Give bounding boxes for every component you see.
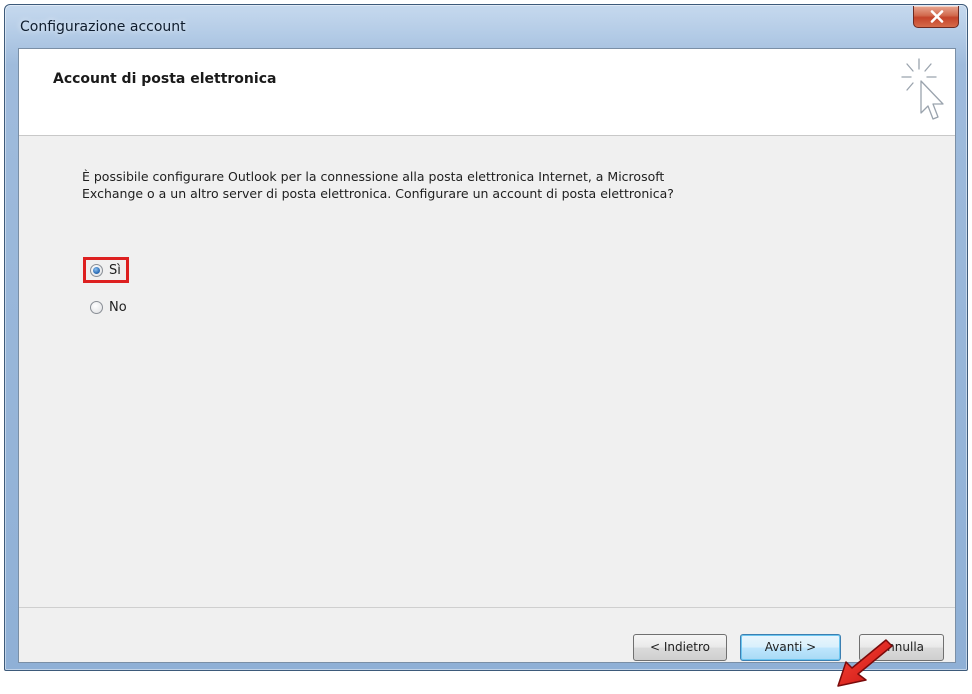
option-no-label[interactable]: No bbox=[109, 300, 127, 315]
dialog-body: Account di posta elettronica È possibile… bbox=[18, 48, 956, 687]
annotation-arrow-icon bbox=[837, 639, 893, 687]
setup-question: È possibile configurare Outlook per la c… bbox=[82, 169, 674, 201]
option-yes-label[interactable]: Sì bbox=[109, 263, 121, 278]
back-button[interactable]: < Indietro bbox=[633, 634, 727, 661]
option-yes[interactable]: Sì bbox=[90, 263, 121, 278]
wizard-header: Account di posta elettronica bbox=[19, 49, 955, 136]
radio-no[interactable] bbox=[90, 301, 103, 314]
window-title: Configurazione account bbox=[20, 19, 186, 35]
page-title: Account di posta elettronica bbox=[53, 71, 277, 87]
title-bar[interactable]: Configurazione account bbox=[5, 5, 967, 45]
close-button[interactable] bbox=[913, 6, 959, 28]
radio-yes[interactable] bbox=[90, 264, 103, 277]
option-no[interactable]: No bbox=[90, 300, 127, 315]
account-setup-window: Configurazione account Account di posta … bbox=[4, 4, 968, 687]
close-icon bbox=[930, 10, 944, 23]
footer-divider bbox=[19, 607, 955, 608]
wizard-cursor-icon bbox=[901, 58, 944, 120]
